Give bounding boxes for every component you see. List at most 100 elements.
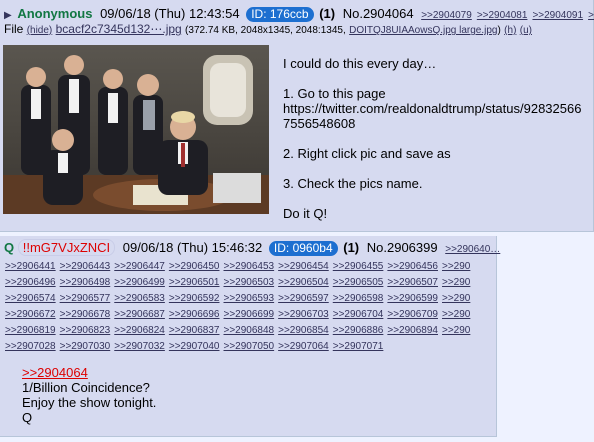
backlink[interactable]: >>2906709 — [387, 309, 438, 320]
backlink[interactable]: >>2906678 — [60, 309, 111, 320]
backlink[interactable]: >>2906447 — [114, 261, 165, 272]
poster-id-badge[interactable]: ID: 176ccb — [246, 7, 314, 22]
backlink-row: >>2906672 >>2906678 >>2906687 >>2906696 >>29… — [5, 309, 474, 321]
backlink[interactable]: >>2906837 — [169, 325, 220, 336]
backlink[interactable]: >>2906823 — [60, 325, 111, 336]
backlink[interactable]: >>2906598 — [333, 293, 384, 304]
backlink[interactable]: >>2906824 — [114, 325, 165, 336]
backlink[interactable]: >>2906454 — [278, 261, 329, 272]
office-photo-image — [3, 45, 269, 214]
post-image-thumbnail[interactable] — [3, 45, 269, 214]
backlink[interactable]: >>2906687 — [114, 309, 165, 320]
hash-search-link[interactable]: (h) — [504, 25, 516, 36]
backlink[interactable]: >>2906450 — [169, 261, 220, 272]
backlink-row: >>2906441 >>2906443 >>2906447 >>2906450 >>29… — [5, 261, 474, 273]
backlink[interactable]: >>2906704 — [333, 309, 384, 320]
backlink[interactable]: >>2907071 — [333, 341, 384, 352]
backlink[interactable]: >>2906848 — [224, 325, 275, 336]
quote-link[interactable]: >>2904064 — [22, 365, 156, 380]
backlink[interactable]: >>2906672 — [5, 309, 56, 320]
backlink[interactable]: >>2906696 — [169, 309, 220, 320]
post-date: 09/06/18 (Thu) 15:46:32 — [122, 240, 263, 255]
file-info-close: ) — [497, 25, 501, 36]
backlink[interactable]: >>2904081 — [477, 10, 528, 21]
tripcode-badge: !!mG7VJxZNCI — [17, 239, 116, 256]
post-2904064: ▶ Anonymous 09/06/18 (Thu) 12:43:54 ID: … — [0, 0, 594, 232]
backlink[interactable]: >>2906504 — [278, 277, 329, 288]
poster-post-count: (1) — [319, 6, 336, 21]
backlink[interactable]: >>2907064 — [278, 341, 329, 352]
original-filename-link[interactable]: DOITQJ8UIAAowsQ.jpg large.jpg — [349, 25, 497, 36]
url-link[interactable]: (u) — [520, 25, 532, 36]
backlink[interactable]: >>2906501 — [169, 277, 220, 288]
backlink[interactable]: >>290640… — [445, 244, 500, 255]
backlink[interactable]: >>2907030 — [60, 341, 111, 352]
backlink-row: >>2906819 >>2906823 >>2906824 >>2906837 >>29… — [5, 325, 474, 337]
post-menu-arrow-icon[interactable]: ▶ — [4, 10, 12, 21]
backlink[interactable]: >>2907028 — [5, 341, 56, 352]
poster-id-badge[interactable]: ID: 0960b4 — [268, 241, 338, 256]
backlink[interactable]: >>2906583 — [114, 293, 165, 304]
message-line: Enjoy the show tonight. — [22, 395, 157, 410]
backlink[interactable]: >>2906456 — [387, 261, 438, 272]
backlink[interactable]: >>2906597 — [278, 293, 329, 304]
backlink[interactable]: >> — [588, 10, 594, 21]
backlink[interactable]: >>2906699 — [224, 309, 275, 320]
backlink[interactable]: >>2907040 — [169, 341, 220, 352]
post-number[interactable]: No.2906399 — [367, 240, 438, 255]
backlink[interactable]: >>2906854 — [278, 325, 329, 336]
message-line: I could do this every day… — [283, 56, 437, 71]
backlink[interactable]: >>2906443 — [60, 261, 111, 272]
message-line: Do it Q! — [283, 206, 328, 221]
backlink-row: >>2907028 >>2907030 >>2907032 >>2907040 >>29… — [5, 341, 387, 353]
file-name-link[interactable]: bcacf2c7345d132⋯.jpg — [56, 22, 182, 36]
backlink[interactable]: >>2906599 — [387, 293, 438, 304]
post-header: Q !!mG7VJxZNCI 09/06/18 (Thu) 15:46:32 I… — [4, 239, 500, 258]
backlink-row: >>2906496 >>2906498 >>2906499 >>2906501 >>29… — [5, 277, 474, 289]
message-line: 1. Go to this page — [283, 86, 386, 101]
backlink[interactable]: >>2904091 — [532, 10, 583, 21]
backlink[interactable]: >>290 — [442, 309, 470, 320]
poster-name: Anonymous — [17, 6, 93, 21]
backlink[interactable]: >>2906703 — [278, 309, 329, 320]
q-post-message: >>2904064 1/Billion Coincidence? Enjoy t… — [22, 365, 156, 425]
file-info: File (hide) bcacf2c7345d132⋯.jpg (372.74… — [4, 22, 532, 36]
backlink[interactable]: >>2906577 — [60, 293, 111, 304]
backlink[interactable]: >>2906886 — [333, 325, 384, 336]
poster-post-count: (1) — [343, 240, 360, 255]
file-size-info: (372.74 KB, 2048x1345, 2048:1345, — [185, 25, 346, 36]
backlink[interactable]: >>2906455 — [333, 261, 384, 272]
backlink[interactable]: >>2906505 — [333, 277, 384, 288]
post-message: I could do this every day… 1. Go to this… — [283, 56, 588, 236]
backlink[interactable]: >>290 — [442, 293, 470, 304]
backlink[interactable]: >>2906503 — [224, 277, 275, 288]
post-number[interactable]: No.2904064 — [343, 6, 414, 21]
message-url-text: https://twitter.com/realdonaldtrump/stat… — [283, 101, 582, 131]
backlink[interactable]: >>2904079 — [421, 10, 472, 21]
backlink[interactable]: >>2906441 — [5, 261, 56, 272]
backlink[interactable]: >>2906819 — [5, 325, 56, 336]
backlink[interactable]: >>2906498 — [60, 277, 111, 288]
backlink-row: >>2906574 >>2906577 >>2906583 >>2906592 >>29… — [5, 293, 474, 305]
file-label: File — [4, 22, 24, 36]
backlink[interactable]: >>290 — [442, 261, 470, 272]
backlink[interactable]: >>290 — [442, 277, 470, 288]
backlink[interactable]: >>2906507 — [387, 277, 438, 288]
backlink[interactable]: >>2906592 — [169, 293, 220, 304]
poster-name: Q — [4, 240, 15, 255]
backlink[interactable]: >>2906894 — [387, 325, 438, 336]
post-date: 09/06/18 (Thu) 12:43:54 — [100, 6, 240, 21]
backlink[interactable]: >>2907050 — [224, 341, 275, 352]
backlink[interactable]: >>2906496 — [5, 277, 56, 288]
message-line: Q — [22, 410, 33, 425]
backlink[interactable]: >>2907032 — [114, 341, 165, 352]
hide-image-link[interactable]: (hide) — [27, 25, 53, 36]
message-line: 1/Billion Coincidence? — [22, 380, 150, 395]
backlink[interactable]: >>2906453 — [224, 261, 275, 272]
backlink[interactable]: >>290 — [442, 325, 470, 336]
backlink[interactable]: >>2906499 — [114, 277, 165, 288]
message-line: 3. Check the pics name. — [283, 176, 423, 191]
backlink[interactable]: >>2906593 — [224, 293, 275, 304]
message-line: 2. Right click pic and save as — [283, 146, 451, 161]
backlink[interactable]: >>2906574 — [5, 293, 56, 304]
